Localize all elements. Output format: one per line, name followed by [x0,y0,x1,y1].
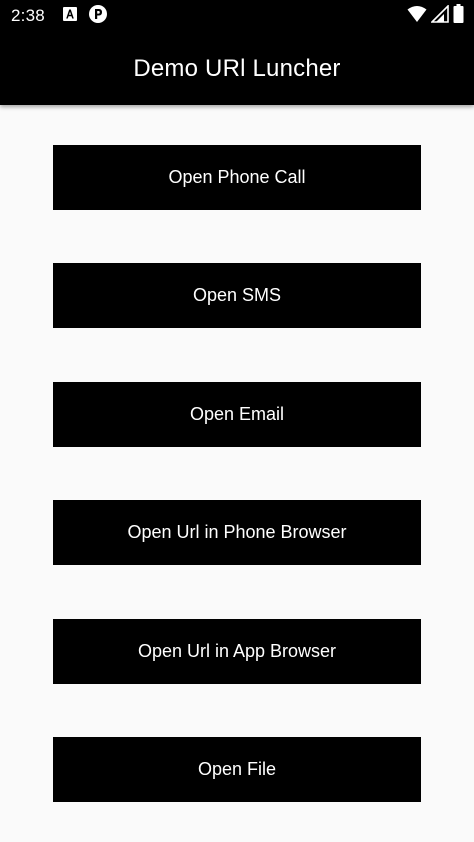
font-a-icon [62,6,78,27]
status-bar: 2:38 [0,0,474,33]
app-title: Demo URl Luncher [133,55,341,82]
button-label: Open Url in App Browser [137,641,337,661]
open-url-phone-browser-button[interactable]: Open Url in Phone Browser [53,500,421,565]
wifi-icon [407,5,427,28]
button-label: Open SMS [192,285,282,305]
button-label: Open Email [189,404,285,424]
open-email-button[interactable]: Open Email [53,382,421,447]
button-label: Open Phone Call [168,167,306,187]
status-time: 2:38 [11,6,45,25]
button-label: Open Url in Phone Browser [127,522,347,542]
battery-icon [453,4,464,28]
open-file-button[interactable]: Open File [53,737,421,802]
signal-icon [430,3,449,28]
open-phone-call-button[interactable]: Open Phone Call [53,145,421,210]
notification-p-icon [88,4,108,29]
status-left-icons [62,4,108,29]
status-right-icons [407,3,464,28]
open-url-app-browser-button[interactable]: Open Url in App Browser [53,619,421,684]
button-label: Open File [197,759,277,779]
app-bar: Demo URl Luncher [0,33,474,105]
open-sms-button[interactable]: Open SMS [53,263,421,328]
app-screen: 2:38 Demo URl Luncher Open Phone Call Op… [0,0,474,842]
